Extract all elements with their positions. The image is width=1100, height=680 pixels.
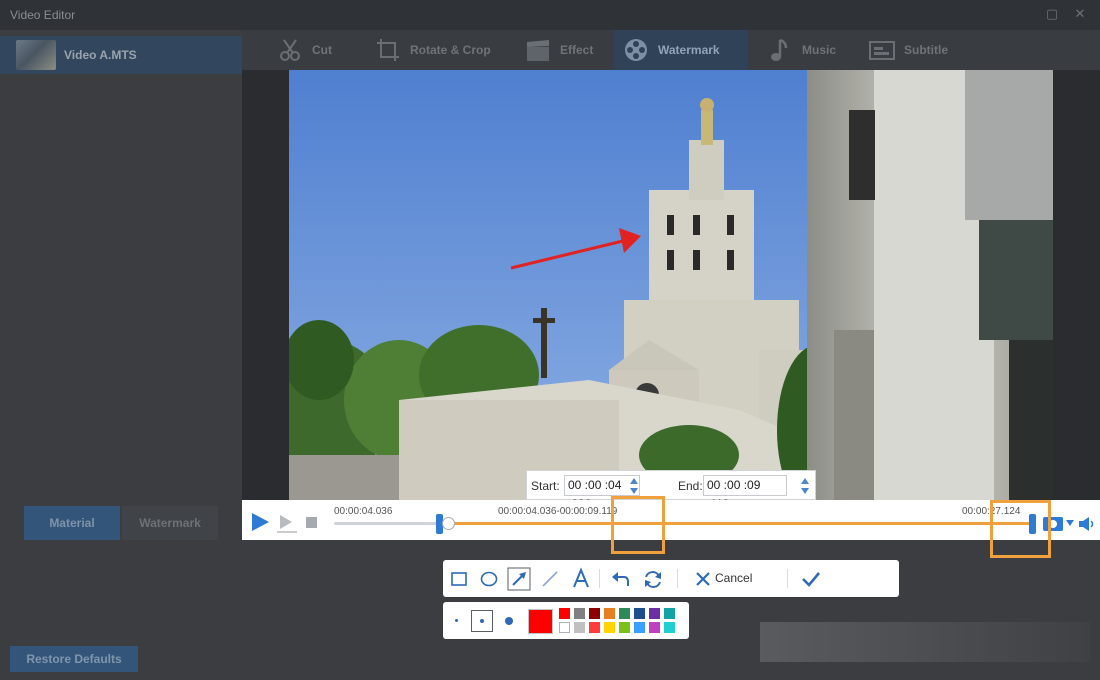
stop-icon[interactable] [306,517,317,528]
color-swatch[interactable] [634,608,645,619]
range-start-highlight [611,496,665,554]
sidebar: Video A.MTS Material Watermark Restore D… [0,30,242,680]
text-tool-icon[interactable] [569,567,593,591]
arrow-tool-icon[interactable] [507,567,531,591]
video-frame [289,70,1053,500]
window-title: Video Editor [10,8,76,22]
confirm-check-icon[interactable] [799,567,823,591]
chevron-down-icon[interactable] [1066,520,1074,526]
editor-tabs: Cut Rotate & Crop Effect Watermark Music… [242,30,1100,70]
watermark-time-range: Start: 00 :00 :04 .036 End: 00 :00 :09 .… [526,470,816,511]
toolbar-divider [677,569,678,588]
tab-rotate-crop[interactable]: Rotate & Crop [366,30,516,70]
cancel-button[interactable]: Cancel [715,571,752,585]
color-swatch[interactable] [649,608,660,619]
tab-music[interactable]: Music [758,30,868,70]
draw-toolbar: Cancel [443,560,899,597]
stroke-size-large[interactable] [505,617,513,625]
color-swatch[interactable] [619,608,630,619]
tab-rotate-crop-label: Rotate & Crop [410,43,491,57]
tab-subtitle[interactable]: Subtitle [860,30,988,70]
watermark-list-tab[interactable]: Watermark [122,506,218,540]
color-toolbar [443,602,689,639]
playhead[interactable] [442,517,456,530]
music-note-icon [771,38,788,61]
blurred-region [760,622,1090,662]
tab-music-label: Music [802,43,837,57]
tab-watermark-label: Watermark [658,43,720,57]
color-swatch[interactable] [604,622,615,633]
toolbar-divider [787,569,788,588]
file-list-item[interactable]: Video A.MTS [0,36,242,74]
cancel-x-icon[interactable] [691,567,715,591]
line-tool-icon[interactable] [538,567,562,591]
color-swatch[interactable] [589,622,600,633]
color-swatch[interactable] [559,608,570,619]
watermark-range-line [438,522,1034,525]
current-time: 00:00:04.036 [334,506,393,517]
video-thumbnail [16,40,56,70]
film-reel-icon [625,39,647,61]
tab-watermark[interactable]: Watermark [614,30,748,70]
end-time-spinner[interactable] [801,477,809,495]
color-swatch[interactable] [574,608,585,619]
play-clip-icon[interactable] [276,513,298,533]
ellipse-tool-icon[interactable] [477,567,501,591]
tab-effect-label: Effect [560,43,594,57]
color-swatch[interactable] [619,622,630,633]
start-time-spinner[interactable] [630,477,638,495]
crop-icon [377,39,399,61]
color-swatch[interactable] [559,622,570,633]
undo-icon[interactable] [609,567,633,591]
video-preview[interactable] [289,70,1053,500]
stroke-size-medium[interactable] [471,610,493,632]
tab-cut[interactable]: Cut [268,30,380,70]
color-swatch[interactable] [634,622,645,633]
restore-defaults-button[interactable]: Restore Defaults [10,646,138,672]
tab-cut-label: Cut [312,43,332,57]
subtitle-icon [869,41,895,60]
title-bar: Video Editor ▢ ✕ [0,0,1100,30]
file-name: Video A.MTS [64,48,137,62]
maximize-icon[interactable]: ▢ [1044,6,1060,22]
selected-color-swatch[interactable] [528,609,553,634]
scissors-icon [280,39,300,61]
play-icon[interactable] [250,512,270,532]
stroke-size-small[interactable] [455,619,458,622]
rectangle-tool-icon[interactable] [447,567,471,591]
tab-effect[interactable]: Effect [516,30,612,70]
color-swatch[interactable] [604,608,615,619]
color-swatch[interactable] [664,622,675,633]
end-time-field[interactable]: 00 :00 :09 .119 [703,475,787,511]
volume-icon[interactable] [1078,516,1096,532]
start-time-field[interactable]: 00 :00 :04 .036 [564,475,640,511]
start-label: Start: [531,479,560,493]
redo-icon[interactable] [641,567,665,591]
color-swatch[interactable] [649,622,660,633]
watermark-range-time: 00:00:04.036-00:00:09.119 [498,506,618,517]
color-swatch[interactable] [664,608,675,619]
range-end-highlight [990,500,1051,558]
end-label: End: [678,479,703,493]
tab-subtitle-label: Subtitle [904,43,948,57]
clapper-icon [527,40,549,61]
color-swatch[interactable] [589,608,600,619]
timeline-bar: 00:00:04.036 00:00:04.036-00:00:09.119 0… [242,500,1100,540]
material-tab[interactable]: Material [24,506,120,540]
close-icon[interactable]: ✕ [1072,6,1088,22]
toolbar-divider [599,569,600,588]
color-swatch[interactable] [574,622,585,633]
